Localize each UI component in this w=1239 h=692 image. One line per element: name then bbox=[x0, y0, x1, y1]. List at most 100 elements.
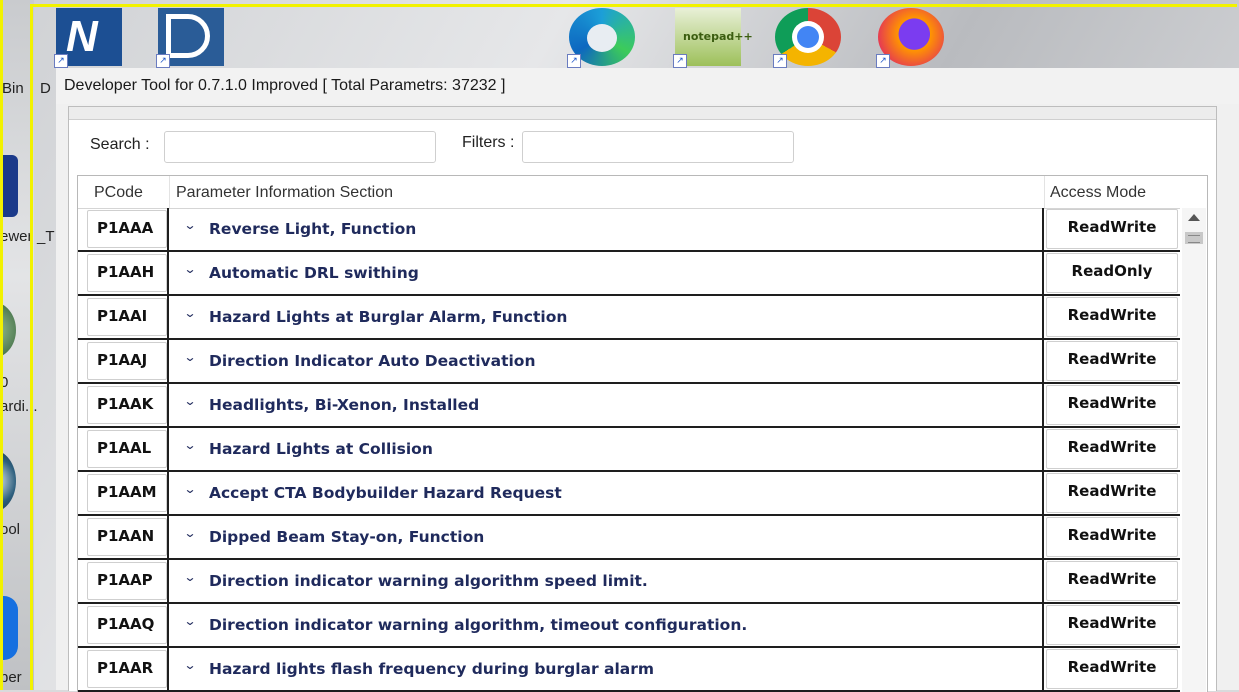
panel-top-border bbox=[69, 107, 1216, 120]
desktop-label-recycle-bin: Bin bbox=[2, 80, 24, 97]
scroll-thumb[interactable] bbox=[1185, 232, 1203, 244]
info-cell[interactable]: ⌄ Direction Indicator Auto Deactivation bbox=[169, 340, 1044, 382]
main-panel: Search : Filters : PCode Parameter Infor… bbox=[68, 106, 1217, 692]
window-title: Developer Tool for 0.7.1.0 Improved [ To… bbox=[56, 68, 1239, 104]
table-row[interactable]: P1AAP ⌄ Direction indicator warning algori… bbox=[78, 560, 1180, 604]
table-row[interactable]: P1AAK ⌄ Headlights, Bi-Xenon, Installed Rea… bbox=[78, 384, 1180, 428]
d-app-icon[interactable]: ↗ bbox=[156, 8, 224, 68]
filters-label: Filters : bbox=[462, 134, 515, 151]
parameter-info-label: Hazard Lights at Collision bbox=[209, 440, 433, 458]
filters-input[interactable] bbox=[522, 131, 794, 163]
firefox-icon[interactable]: ↗ bbox=[876, 8, 944, 68]
grid-rows: P1AAA ⌄ Reverse Light, Function ReadWrite P1… bbox=[78, 208, 1180, 692]
access-mode-button[interactable]: ReadWrite bbox=[1046, 429, 1178, 469]
parameter-info-label: Dipped Beam Stay-on, Function bbox=[209, 528, 485, 546]
access-mode-button[interactable]: ReadWrite bbox=[1046, 517, 1178, 557]
grid-header: PCode Parameter Information Section Acce… bbox=[78, 176, 1180, 209]
pcode-button[interactable]: P1AAJ bbox=[87, 342, 167, 380]
parameter-info-label: Direction Indicator Auto Deactivation bbox=[209, 352, 536, 370]
desktop-label-t: _T bbox=[37, 228, 55, 245]
pcode-cell: P1AAM bbox=[78, 472, 169, 514]
pcode-button[interactable]: P1AAN bbox=[87, 518, 167, 556]
pcode-button[interactable]: P1AAK bbox=[87, 386, 167, 424]
pcode-button[interactable]: P1AAP bbox=[87, 562, 167, 600]
chrome-icon[interactable]: ↗ bbox=[773, 8, 841, 68]
pcode-cell: P1AAQ bbox=[78, 604, 169, 646]
table-row[interactable]: P1AAJ ⌄ Direction Indicator Auto Deactivat… bbox=[78, 340, 1180, 384]
pcode-cell: P1AAN bbox=[78, 516, 169, 558]
n-app-icon[interactable]: N ↗ bbox=[54, 8, 122, 68]
info-cell[interactable]: ⌄ Direction indicator warning algorithm, … bbox=[169, 604, 1044, 646]
chevron-down-icon[interactable]: ⌄ bbox=[183, 614, 196, 628]
parameter-info-label: Accept CTA Bodybuilder Hazard Request bbox=[209, 484, 562, 502]
access-mode-button[interactable]: ReadWrite bbox=[1046, 297, 1178, 337]
table-row[interactable]: P1AAI ⌄ Hazard Lights at Burglar Alarm, Fu… bbox=[78, 296, 1180, 340]
pcode-button[interactable]: P1AAH bbox=[87, 254, 167, 292]
pcode-button[interactable]: P1AAQ bbox=[87, 606, 167, 644]
notepadpp-icon[interactable]: notepad++ ↗ bbox=[673, 8, 753, 68]
access-mode-button[interactable]: ReadWrite bbox=[1046, 385, 1178, 425]
access-mode-button[interactable]: ReadWrite bbox=[1046, 341, 1178, 381]
info-cell[interactable]: ⌄ Headlights, Bi-Xenon, Installed bbox=[169, 384, 1044, 426]
column-divider bbox=[169, 176, 170, 208]
table-row[interactable]: P1AAM ⌄ Accept CTA Bodybuilder Hazard Requ… bbox=[78, 472, 1180, 516]
parameter-info-label: Automatic DRL swithing bbox=[209, 264, 419, 282]
chevron-down-icon[interactable]: ⌄ bbox=[183, 350, 196, 364]
pcode-button[interactable]: P1AAI bbox=[87, 298, 167, 336]
info-cell[interactable]: ⌄ Accept CTA Bodybuilder Hazard Request bbox=[169, 472, 1044, 514]
pcode-cell: P1AAL bbox=[78, 428, 169, 470]
info-cell[interactable]: ⌄ Automatic DRL swithing bbox=[169, 252, 1044, 294]
vertical-scrollbar[interactable] bbox=[1182, 208, 1206, 692]
info-cell[interactable]: ⌄ Dipped Beam Stay-on, Function bbox=[169, 516, 1044, 558]
table-row[interactable]: P1AAR ⌄ Hazard lights flash frequency duri… bbox=[78, 648, 1180, 692]
info-cell[interactable]: ⌄ Hazard Lights at Burglar Alarm, Functio… bbox=[169, 296, 1044, 338]
column-header-access-mode[interactable]: Access Mode bbox=[1050, 184, 1146, 202]
chevron-down-icon[interactable]: ⌄ bbox=[183, 306, 196, 320]
info-cell[interactable]: ⌄ Direction indicator warning algorithm s… bbox=[169, 560, 1044, 602]
chevron-down-icon[interactable]: ⌄ bbox=[183, 482, 196, 496]
parameter-info-label: Hazard lights flash frequency during bur… bbox=[209, 660, 655, 678]
column-header-info[interactable]: Parameter Information Section bbox=[176, 184, 393, 202]
pcode-button[interactable]: P1AAL bbox=[87, 430, 167, 468]
chevron-down-icon[interactable]: ⌄ bbox=[183, 658, 196, 672]
access-mode-button[interactable]: ReadWrite bbox=[1046, 649, 1178, 689]
pcode-button[interactable]: P1AAM bbox=[87, 474, 167, 512]
info-cell[interactable]: ⌄ Reverse Light, Function bbox=[169, 208, 1044, 250]
edge-icon[interactable]: ↗ bbox=[567, 8, 635, 68]
parameter-info-label: Direction indicator warning algorithm sp… bbox=[209, 572, 648, 590]
desktop-label-per: per bbox=[0, 669, 22, 686]
search-label: Search : bbox=[90, 136, 150, 153]
screen-highlight-edge bbox=[0, 0, 3, 690]
parameter-grid: PCode Parameter Information Section Acce… bbox=[77, 175, 1208, 692]
table-row[interactable]: P1AAA ⌄ Reverse Light, Function ReadWrite bbox=[78, 208, 1180, 252]
access-mode-button[interactable]: ReadWrite bbox=[1046, 473, 1178, 513]
table-row[interactable]: P1AAN ⌄ Dipped Beam Stay-on, Function ReadW… bbox=[78, 516, 1180, 560]
table-row[interactable]: P1AAQ ⌄ Direction indicator warning algori… bbox=[78, 604, 1180, 648]
desktop-label-ool: ool bbox=[0, 521, 21, 538]
pcode-button[interactable]: P1AAR bbox=[87, 650, 167, 688]
access-mode-button[interactable]: ReadOnly bbox=[1046, 253, 1178, 293]
column-header-pcode[interactable]: PCode bbox=[94, 184, 143, 202]
access-mode-button[interactable]: ReadWrite bbox=[1046, 209, 1178, 249]
info-cell[interactable]: ⌄ Hazard Lights at Collision bbox=[169, 428, 1044, 470]
scroll-up-arrow-icon[interactable] bbox=[1188, 214, 1200, 221]
table-row[interactable]: P1AAH ⌄ Automatic DRL swithing ReadOnly bbox=[78, 252, 1180, 296]
pcode-cell: P1AAR bbox=[78, 648, 169, 690]
access-mode-button[interactable]: ReadWrite bbox=[1046, 605, 1178, 645]
access-mode-button[interactable]: ReadWrite bbox=[1046, 561, 1178, 601]
table-row[interactable]: P1AAL ⌄ Hazard Lights at Collision ReadWrit… bbox=[78, 428, 1180, 472]
pcode-cell: P1AAJ bbox=[78, 340, 169, 382]
pcode-cell: P1AAK bbox=[78, 384, 169, 426]
pcode-button[interactable]: P1AAA bbox=[87, 210, 167, 248]
search-input[interactable] bbox=[164, 131, 436, 163]
chevron-down-icon[interactable]: ⌄ bbox=[183, 262, 196, 276]
chevron-down-icon[interactable]: ⌄ bbox=[183, 438, 196, 452]
chevron-down-icon[interactable]: ⌄ bbox=[183, 218, 196, 232]
pcode-cell: P1AAI bbox=[78, 296, 169, 338]
chevron-down-icon[interactable]: ⌄ bbox=[183, 394, 196, 408]
parameter-info-label: Hazard Lights at Burglar Alarm, Function bbox=[209, 308, 568, 326]
info-cell[interactable]: ⌄ Hazard lights flash frequency during bu… bbox=[169, 648, 1044, 690]
desktop-label-ardi: ardi... bbox=[0, 398, 38, 415]
chevron-down-icon[interactable]: ⌄ bbox=[183, 526, 196, 540]
chevron-down-icon[interactable]: ⌄ bbox=[183, 570, 196, 584]
